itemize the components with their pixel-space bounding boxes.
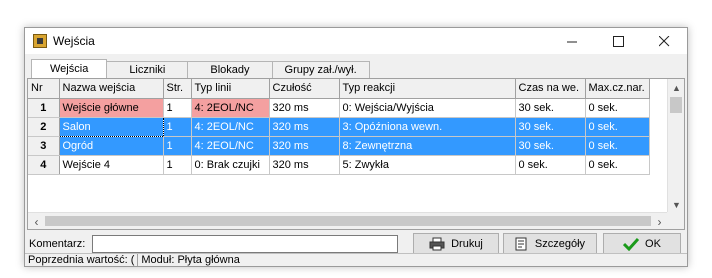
minimize-icon (566, 41, 577, 42)
cell-name[interactable]: Wejście główne (59, 98, 164, 118)
app-icon (33, 34, 47, 48)
maximize-button[interactable] (595, 28, 641, 54)
tab-blokady[interactable]: Blokady (187, 61, 273, 78)
inputs-table: Nr Nazwa wejścia Str. Typ linii Czułość … (28, 79, 650, 175)
status-bar: Poprzednia wartość: ( Moduł: Płyta główn… (25, 253, 687, 266)
column-header-sensitivity[interactable]: Czułość (269, 79, 340, 99)
table-row[interactable]: 3 Ogród 1 4: 2EOL/NC 320 ms 8: Zewnętrzn… (28, 136, 650, 156)
comment-label: Komentarz: (29, 238, 86, 250)
horizontal-scrollbar[interactable]: ‹ › (28, 212, 668, 229)
column-header-entry-time[interactable]: Czas na we. (515, 79, 586, 99)
column-header-max-alarm-time[interactable]: Max.cz.nar. (585, 79, 650, 99)
scroll-up-icon[interactable]: ▲ (668, 79, 685, 96)
cell-partition[interactable]: 1 (163, 136, 192, 156)
scroll-left-icon[interactable]: ‹ (28, 213, 45, 230)
tab-strip: Wejścia Liczniki Blokady Grupy zał./wył. (31, 59, 370, 78)
close-button[interactable] (641, 28, 687, 54)
inputs-window: Wejścia Wejścia Liczniki Blokady Grupy z… (24, 27, 688, 267)
status-module: Moduł: Płyta główna (141, 254, 240, 266)
column-header-nr[interactable]: Nr (28, 79, 60, 99)
scroll-down-icon[interactable]: ▼ (668, 196, 685, 213)
cell-line-type[interactable]: 4: 2EOL/NC (191, 117, 270, 137)
ok-label: OK (645, 238, 661, 250)
column-header-line-type[interactable]: Typ linii (191, 79, 270, 99)
details-label: Szczegóły (534, 238, 586, 250)
cell-line-type[interactable]: 0: Brak czujki (191, 155, 270, 175)
cell-sensitivity[interactable]: 320 ms (269, 98, 340, 118)
header-row: Nr Nazwa wejścia Str. Typ linii Czułość … (28, 79, 650, 99)
print-label: Drukuj (451, 238, 483, 250)
cell-reaction-type[interactable]: 3: Opóźniona wewn. (339, 117, 516, 137)
cell-name[interactable]: Wejście 4 (59, 155, 164, 175)
cell-max-alarm-time[interactable]: 0 sek. (585, 98, 650, 118)
cell-max-alarm-time[interactable]: 0 sek. (585, 155, 650, 175)
cell-max-alarm-time[interactable]: 0 sek. (585, 117, 650, 137)
cell-sensitivity[interactable]: 320 ms (269, 136, 340, 156)
table-row[interactable]: 1 Wejście główne 1 4: 2EOL/NC 320 ms 0: … (28, 98, 650, 118)
tab-grupy[interactable]: Grupy zał./wył. (271, 61, 370, 78)
cell-reaction-type[interactable]: 8: Zewnętrzna (339, 136, 516, 156)
printer-icon (429, 237, 445, 251)
title-bar[interactable]: Wejścia (25, 28, 687, 54)
cell-sensitivity[interactable]: 320 ms (269, 155, 340, 175)
cell-max-alarm-time[interactable]: 0 sek. (585, 136, 650, 156)
cell-reaction-type[interactable]: 0: Wejścia/Wyjścia (339, 98, 516, 118)
cell-partition[interactable]: 1 (163, 155, 192, 175)
tab-liczniki[interactable]: Liczniki (106, 61, 189, 78)
inputs-grid[interactable]: Nr Nazwa wejścia Str. Typ linii Czułość … (27, 78, 685, 230)
table-row[interactable]: 4 Wejście 4 1 0: Brak czujki 320 ms 5: Z… (28, 155, 650, 175)
tab-wejscia[interactable]: Wejścia (31, 59, 108, 78)
close-icon (658, 35, 669, 46)
row-number[interactable]: 3 (28, 136, 60, 156)
vertical-scroll-thumb[interactable] (670, 97, 682, 113)
cell-entry-time[interactable]: 30 sek. (515, 98, 586, 118)
cell-entry-time[interactable]: 30 sek. (515, 136, 586, 156)
horizontal-scroll-thumb[interactable] (45, 216, 651, 226)
vertical-scrollbar[interactable]: ▲ ▼ (667, 79, 684, 213)
column-header-partition[interactable]: Str. (163, 79, 192, 99)
cell-partition[interactable]: 1 (163, 117, 192, 137)
cell-name[interactable]: Ogród (59, 136, 164, 156)
row-number[interactable]: 4 (28, 155, 60, 175)
checkmark-icon (623, 237, 640, 251)
scrollbar-corner (667, 212, 684, 229)
details-icon (515, 237, 527, 251)
cell-entry-time[interactable]: 30 sek. (515, 117, 586, 137)
row-number[interactable]: 1 (28, 98, 60, 118)
cell-partition[interactable]: 1 (163, 98, 192, 118)
column-header-reaction-type[interactable]: Typ reakcji (339, 79, 516, 99)
minimize-button[interactable] (549, 28, 595, 54)
row-number[interactable]: 2 (28, 117, 60, 137)
bottom-bar: Komentarz: Drukuj Szczegóły OK (25, 233, 687, 255)
details-button[interactable]: Szczegóły (503, 233, 597, 255)
window-title: Wejścia (53, 34, 95, 48)
cell-line-type[interactable]: 4: 2EOL/NC (191, 98, 270, 118)
print-button[interactable]: Drukuj (413, 233, 499, 255)
cell-reaction-type[interactable]: 5: Zwykła (339, 155, 516, 175)
scroll-right-icon[interactable]: › (651, 213, 668, 230)
maximize-icon (612, 35, 624, 47)
cell-name[interactable]: Salon (58, 116, 164, 137)
status-previous-value: Poprzednia wartość: ( (25, 254, 139, 266)
cell-sensitivity[interactable]: 320 ms (269, 117, 340, 137)
table-row[interactable]: 2 Salon 1 4: 2EOL/NC 320 ms 3: Opóźniona… (28, 116, 650, 137)
ok-button[interactable]: OK (603, 233, 681, 255)
cell-line-type[interactable]: 4: 2EOL/NC (191, 136, 270, 156)
column-header-name[interactable]: Nazwa wejścia (59, 79, 164, 99)
comment-input[interactable] (92, 235, 398, 253)
cell-entry-time[interactable]: 0 sek. (515, 155, 586, 175)
